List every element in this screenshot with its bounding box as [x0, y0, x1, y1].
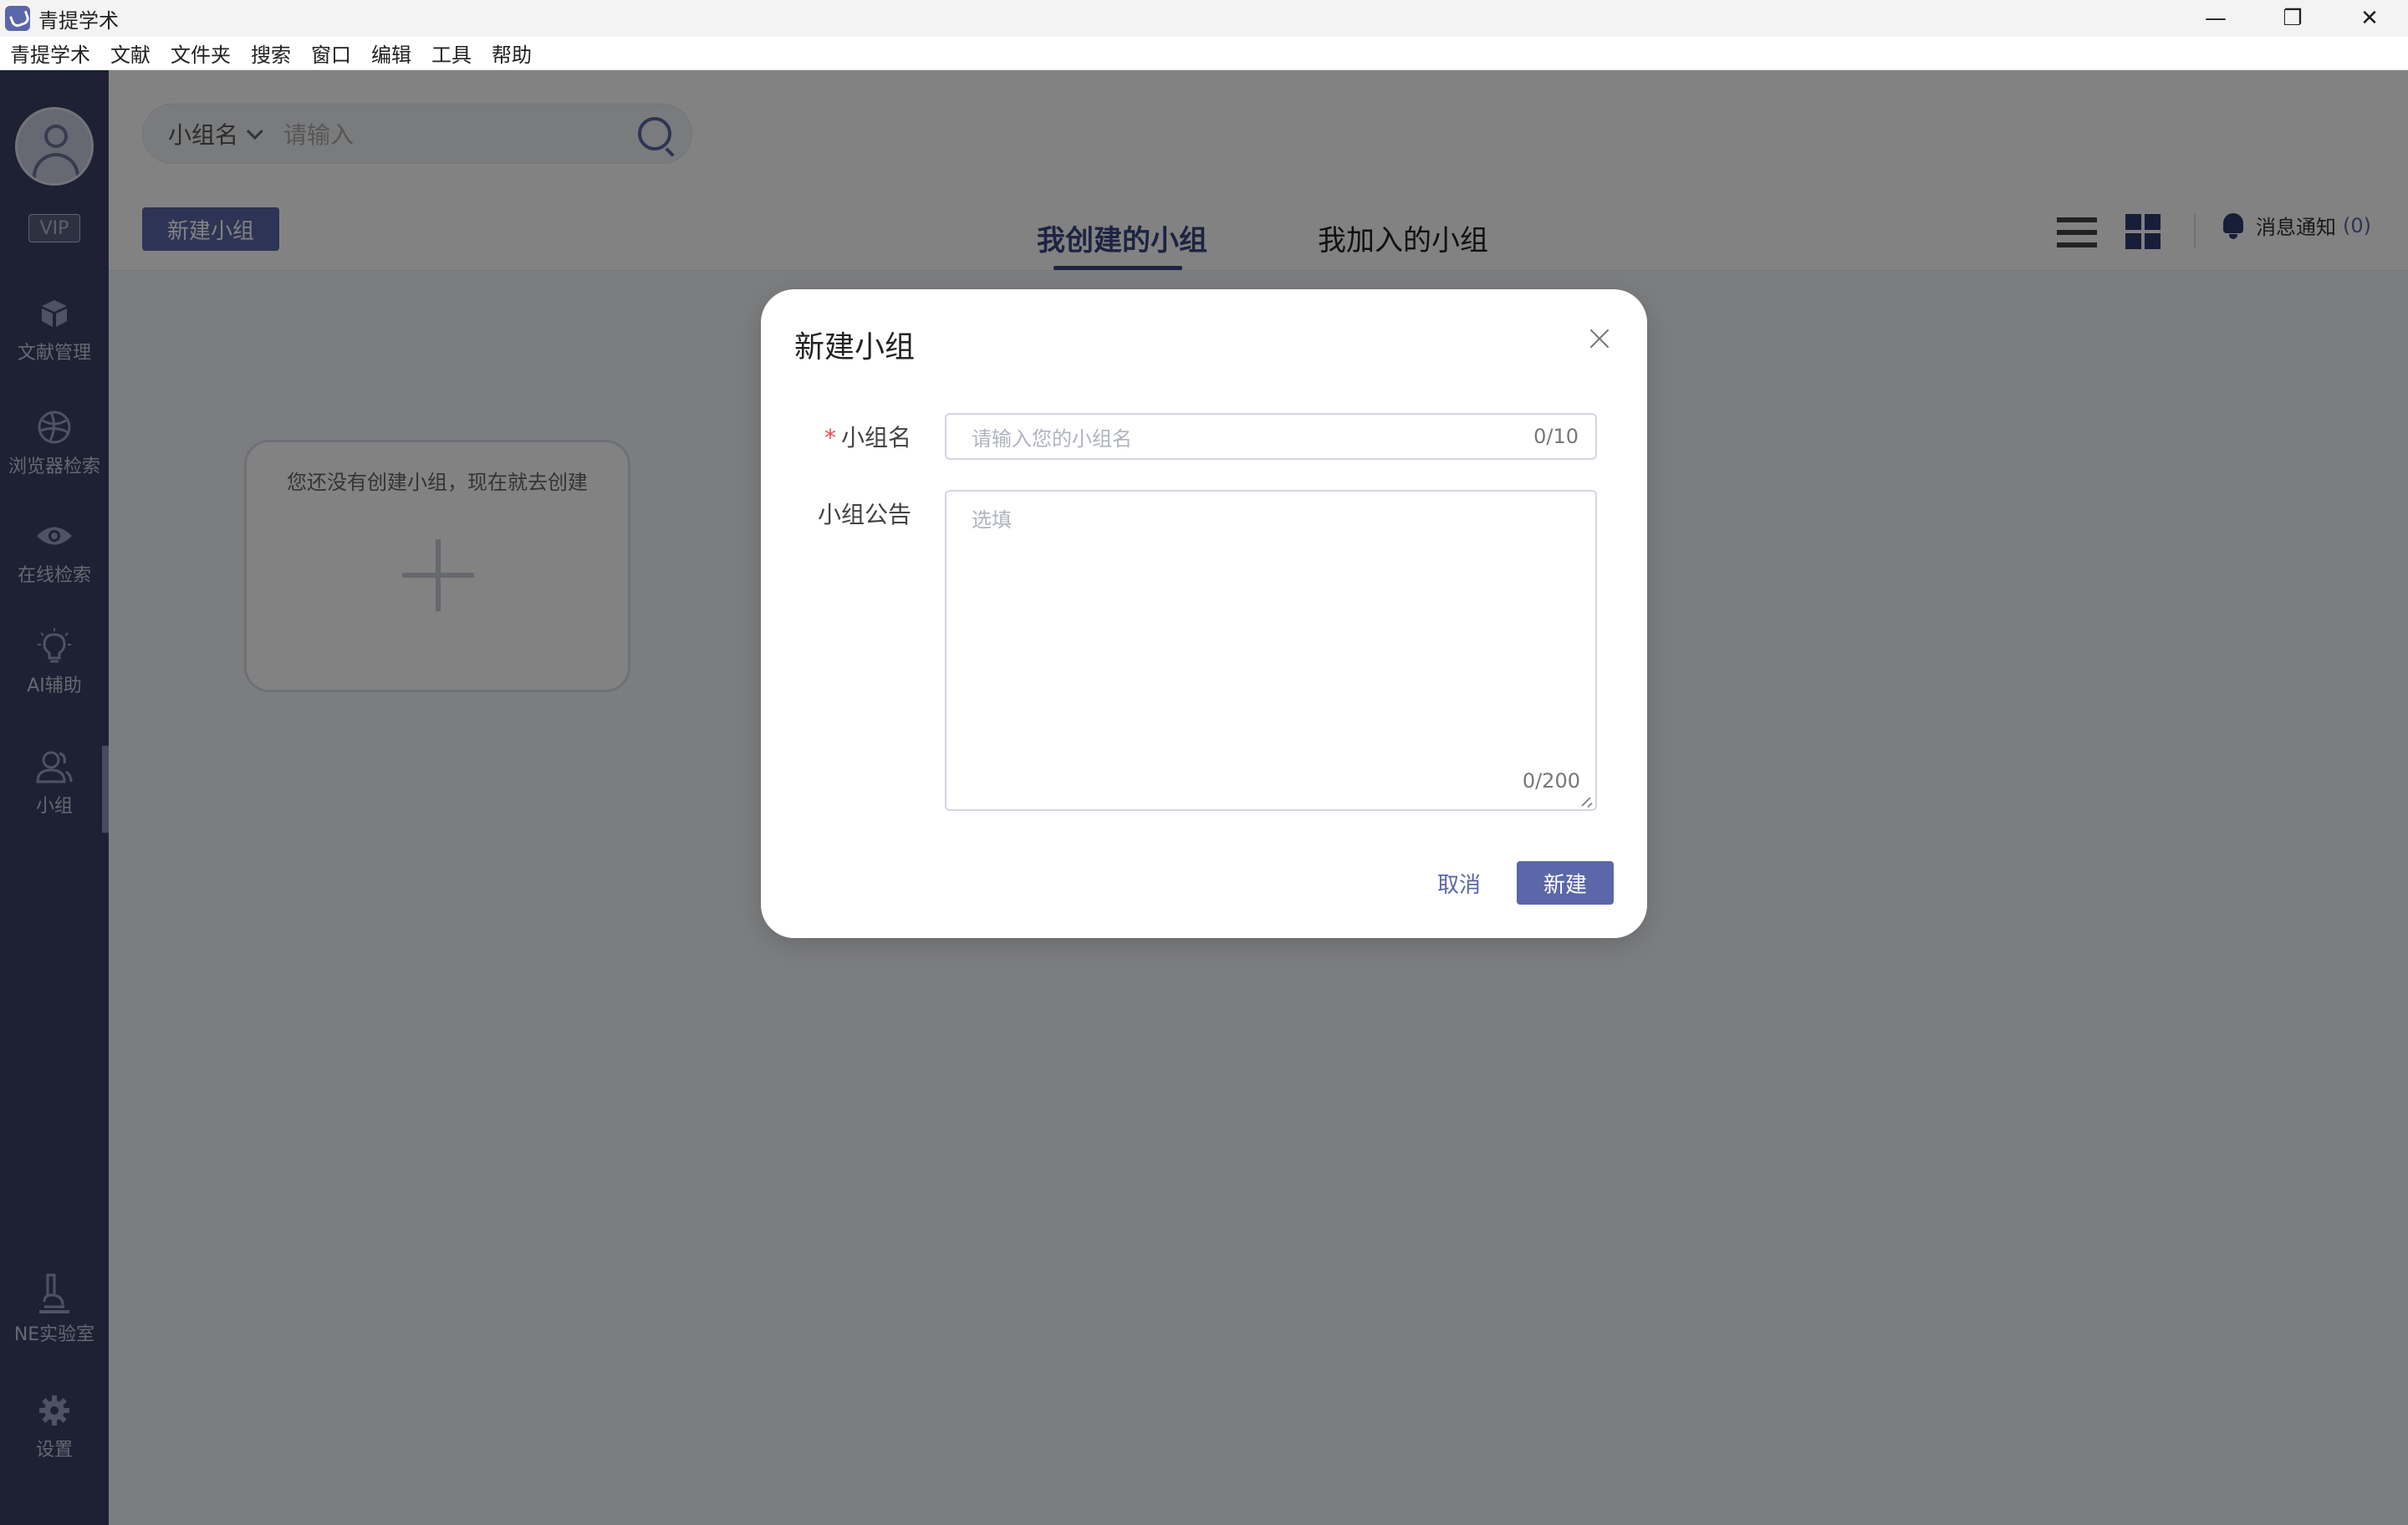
group-name-counter: 0/10 — [1533, 425, 1579, 448]
title-bar: 青提学术 — ❐ ✕ — [0, 0, 2408, 37]
group-notice-textarea[interactable]: 选填 0/200 — [945, 490, 1597, 811]
menu-item-help[interactable]: 帮助 — [492, 38, 532, 68]
menu-item-edit[interactable]: 编辑 — [371, 38, 411, 68]
menu-item-literature[interactable]: 文献 — [110, 38, 150, 68]
group-notice-label: 小组公告 — [817, 501, 911, 528]
minimize-button[interactable]: — — [2177, 0, 2254, 37]
window-title: 青提学术 — [38, 8, 119, 33]
menu-item-app[interactable]: 青提学术 — [10, 38, 90, 68]
close-window-button[interactable]: ✕ — [2331, 0, 2408, 37]
app-logo-icon — [5, 6, 30, 31]
menu-bar: 青提学术 文献 文件夹 搜索 窗口 编辑 工具 帮助 — [0, 37, 2408, 70]
window-controls: — ❐ ✕ — [2177, 0, 2408, 37]
menu-item-tools[interactable]: 工具 — [431, 38, 472, 68]
close-icon[interactable] — [1587, 326, 1612, 351]
dialog-title: 新建小组 — [794, 330, 916, 365]
menu-item-folder[interactable]: 文件夹 — [171, 38, 231, 68]
resize-handle-icon[interactable] — [1580, 794, 1594, 808]
new-group-dialog: 新建小组 * 小组名 请输入您的小组名 0/10 小组公告 选填 0/200 取消… — [761, 289, 1647, 938]
menu-item-search[interactable]: 搜索 — [251, 38, 291, 68]
group-name-label: * 小组名 — [824, 424, 911, 451]
menu-item-window[interactable]: 窗口 — [311, 38, 351, 68]
create-button[interactable]: 新建 — [1517, 861, 1614, 905]
cancel-button[interactable]: 取消 — [1421, 861, 1497, 905]
required-marker: * — [824, 424, 836, 451]
group-name-placeholder: 请输入您的小组名 — [972, 426, 1132, 451]
group-notice-placeholder: 选填 — [972, 508, 1012, 532]
group-name-input[interactable]: 请输入您的小组名 0/10 — [945, 413, 1597, 460]
group-notice-counter: 0/200 — [1522, 769, 1580, 793]
restore-button[interactable]: ❐ — [2254, 0, 2331, 37]
